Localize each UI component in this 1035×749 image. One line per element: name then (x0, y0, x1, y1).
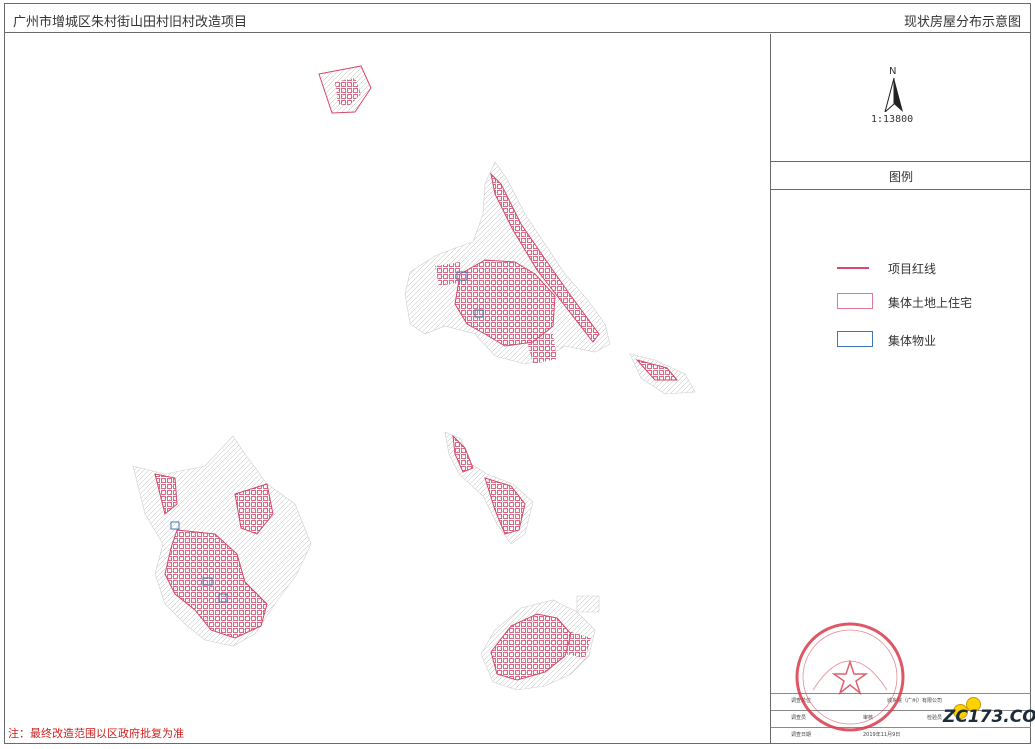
village-map (132, 65, 696, 691)
legend-item-residential: 集体土地上住宅 (771, 290, 1031, 314)
north-scale-box: N 1:13800 (771, 34, 1031, 162)
collective-symbol (837, 331, 873, 347)
village-south (480, 595, 600, 691)
header: 广州市增城区朱村街山田村旧村改造项目 现状房屋分布示意图 (4, 3, 1031, 33)
map-canvas[interactable] (5, 34, 769, 734)
info-extra: 检验员 (927, 715, 943, 721)
north-arrow-icon (884, 78, 903, 112)
project-title: 广州市增城区朱村街山田村旧村改造项目 (13, 15, 248, 30)
company-seal-icon (795, 622, 905, 732)
sheet-title: 现状房屋分布示意图 (903, 15, 1021, 30)
village-center (444, 431, 534, 545)
legend-label: 项目红线 (888, 262, 937, 276)
village-west (132, 435, 312, 647)
legend-label: 集体物业 (888, 334, 937, 348)
legend-item-collective: 集体物业 (771, 328, 1031, 352)
legend-label: 集体土地上住宅 (888, 296, 973, 310)
watermark: ZC173.COM (943, 707, 1035, 727)
north-label: N (889, 66, 897, 77)
village-main (404, 161, 696, 395)
legend-title: 图例 (888, 170, 913, 184)
residential-symbol (837, 293, 873, 309)
footer-note: 注：最终改造范围以区政府批复为准 (8, 727, 184, 740)
legend-header: 图例 (771, 162, 1031, 190)
village-north (318, 65, 372, 114)
redline-symbol (837, 267, 869, 269)
legend-item-redline: 项目红线 (771, 256, 1031, 280)
scale-text: 1:13800 (871, 114, 914, 125)
